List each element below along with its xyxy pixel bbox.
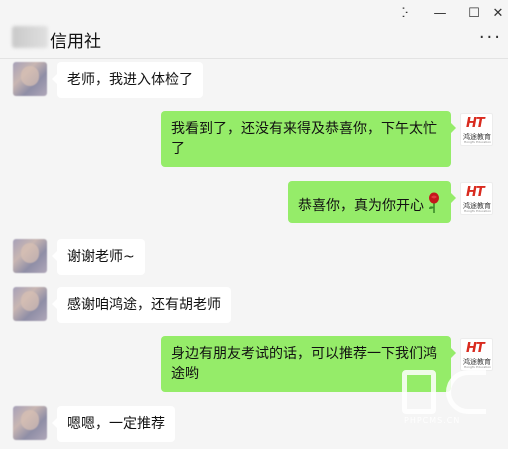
message-right: 恭喜你，真为你开心 HT 鸿途教育 HongTu Education [0, 181, 508, 225]
pin-icon[interactable]: ⴾ [396, 6, 414, 22]
title-bar: 信用社 ⴾ — ☐ ✕ ··· [0, 0, 508, 59]
message-bubble: 感谢咱鸿途，还有胡老师 [52, 287, 231, 323]
avatar[interactable] [13, 406, 47, 440]
avatar[interactable]: HT 鸿途教育 HongTu Education [460, 182, 493, 215]
close-icon[interactable]: ✕ [489, 6, 507, 22]
message-line: 身边有朋友考试的话，可以推荐一下我们鸿 [171, 346, 437, 362]
minimize-icon[interactable]: — [431, 6, 449, 22]
watermark-shape [446, 370, 486, 414]
avatar[interactable]: HT 鸿途教育 HongTu Education [460, 113, 493, 146]
message-left: 谢谢老师~ [0, 237, 508, 277]
logo-english: HongTu Education [464, 140, 492, 144]
avatar[interactable]: HT 鸿途教育 HongTu Education [460, 338, 493, 371]
watermark-text: PHPCMS.CN [404, 416, 461, 425]
watermark: PHPCMS.CN [400, 368, 496, 430]
message-left: 感谢咱鸿途，还有胡老师 [0, 287, 508, 327]
maximize-icon[interactable]: ☐ [465, 6, 483, 22]
logo-ht: HT [466, 116, 485, 131]
message-left: 老师，我进入体检了 [0, 59, 508, 99]
logo-english: HongTu Education [464, 209, 492, 213]
avatar[interactable] [13, 62, 47, 96]
logo-ht: HT [466, 185, 485, 200]
chat-title: 信用社 [50, 32, 101, 52]
message-bubble: 老师，我进入体检了 [52, 62, 203, 98]
message-line: 了 [171, 141, 185, 157]
message-bubble: 我看到了，还没有来得及恭喜你，下午太忙 了 [161, 111, 456, 167]
rose-icon [427, 192, 441, 220]
avatar[interactable] [13, 239, 47, 273]
watermark-shape [402, 370, 436, 414]
message-right: 我看到了，还没有来得及恭喜你，下午太忙 了 HT 鸿途教育 HongTu Edu… [0, 111, 508, 167]
blurred-name [12, 26, 48, 48]
message-bubble: 恭喜你，真为你开心 [288, 181, 456, 223]
logo-ht: HT [466, 341, 485, 356]
more-options-icon[interactable]: ··· [479, 29, 502, 47]
avatar[interactable] [13, 287, 47, 321]
message-bubble: 谢谢老师~ [52, 239, 145, 275]
message-bubble: 嗯嗯，一定推荐 [52, 406, 175, 442]
message-text: 恭喜你，真为你开心 [298, 198, 424, 214]
message-line: 我看到了，还没有来得及恭喜你，下午太忙 [171, 121, 437, 137]
